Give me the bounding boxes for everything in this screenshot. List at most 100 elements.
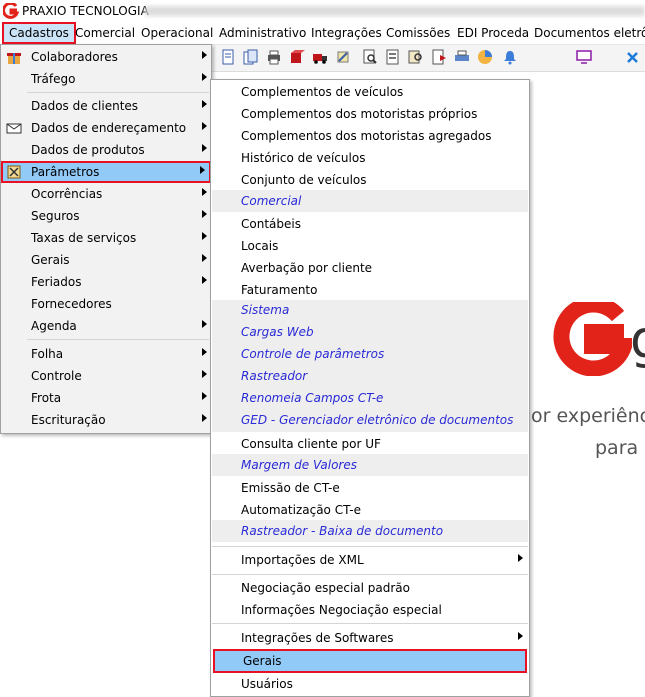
menu-item-label: Controle	[31, 369, 82, 383]
submenu-item-integracoes-softwares[interactable]: Integrações de Softwares	[211, 627, 529, 649]
parametros-submenu: Complementos de veículos Complementos do…	[210, 79, 530, 697]
submenu-item-usuarios[interactable]: Usuários	[211, 673, 529, 695]
menu-integracoes[interactable]: Integrações	[306, 24, 387, 42]
gift-box-icon	[7, 53, 21, 64]
printer-icon[interactable]	[266, 49, 282, 65]
menu-item-label: Integrações de Softwares	[241, 631, 394, 645]
submenu-item-historico-veiculos[interactable]: Histórico de veículos	[211, 147, 529, 169]
menu-cadastros[interactable]: Cadastros	[2, 22, 76, 44]
menu-item-gerais[interactable]: Gerais	[1, 249, 211, 271]
submenu-item-negociacao-especial-padrao[interactable]: Negociação especial padrão	[211, 577, 529, 599]
menu-item-taxas-de-servicos[interactable]: Taxas de serviços	[1, 227, 211, 249]
menu-operacional[interactable]: Operacional	[136, 24, 218, 42]
submenu-item-complementos-veiculos[interactable]: Complementos de veículos	[211, 81, 529, 103]
menu-item-dados-de-enderecamento[interactable]: Dados de endereçamento	[1, 117, 211, 139]
section-header-rastreador-baixa[interactable]: Rastreador - Baixa de documento	[212, 520, 528, 542]
menu-item-escrituracao[interactable]: Escrituração	[1, 409, 211, 431]
submenu-item-importacoes-xml[interactable]: Importações de XML	[211, 549, 529, 571]
background-text-2: para	[595, 437, 639, 459]
red-box-icon[interactable]	[289, 49, 305, 65]
submenu-arrow-icon	[202, 51, 207, 59]
menu-item-fornecedores[interactable]: Fornecedores	[1, 293, 211, 315]
bell-icon[interactable]	[502, 49, 518, 65]
menu-item-dados-de-produtos[interactable]: Dados de produtos	[1, 139, 211, 161]
submenu-arrow-icon	[202, 370, 207, 378]
menu-item-feriados[interactable]: Feriados	[1, 271, 211, 293]
menu-item-label: Locais	[241, 239, 279, 253]
menu-item-label: Gerais	[243, 654, 282, 668]
export-icon[interactable]	[431, 49, 447, 65]
menu-documentos-eletronicos[interactable]: Documentos eletrônic	[529, 24, 645, 42]
menu-item-label: Usuários	[241, 677, 293, 691]
document-icon[interactable]	[220, 49, 236, 65]
submenu-arrow-icon	[202, 414, 207, 422]
menu-item-label: Folha	[31, 347, 64, 361]
menu-item-ocorrencias[interactable]: Ocorrências	[1, 183, 211, 205]
menu-administrativo[interactable]: Administrativo	[214, 24, 311, 42]
cadastros-dropdown: Colaboradores Tráfego Dados de clientes …	[0, 44, 212, 434]
menu-edi-proceda[interactable]: EDI Proceda	[452, 24, 534, 42]
menu-item-dados-de-clientes[interactable]: Dados de clientes	[1, 95, 211, 117]
submenu-item-ged[interactable]: GED - Gerenciador eletrônico de document…	[211, 409, 529, 431]
submenu-item-controle-de-parametros[interactable]: Controle de parâmetros	[211, 343, 529, 365]
menu-item-label: GED - Gerenciador eletrônico de document…	[241, 413, 514, 427]
page-setup-icon[interactable]	[385, 49, 401, 65]
find-icon[interactable]	[408, 49, 424, 65]
menu-item-label: Dados de produtos	[31, 143, 145, 157]
submenu-item-renomeia-campos-cte[interactable]: Renomeia Campos CT-e	[211, 387, 529, 409]
submenu-item-sistema[interactable]: Sistema	[211, 299, 529, 321]
menu-item-label: Escrituração	[31, 413, 106, 427]
submenu-item-complementos-motoristas-agregados[interactable]: Complementos dos motoristas agregados	[211, 125, 529, 147]
menu-item-label: Controle de parâmetros	[241, 347, 385, 361]
section-label: Rastreador - Baixa de documento	[241, 524, 444, 538]
chart-icon[interactable]	[477, 49, 493, 65]
submenu-item-faturamento[interactable]: Faturamento	[211, 279, 529, 301]
menu-separator	[212, 546, 528, 547]
menu-item-label: Fornecedores	[31, 297, 112, 311]
menu-separator	[212, 574, 528, 575]
submenu-item-conjunto-veiculos[interactable]: Conjunto de veículos	[211, 169, 529, 191]
submenu-arrow-icon	[202, 210, 207, 218]
menu-comissoes[interactable]: Comissões	[381, 24, 455, 42]
submenu-item-contabeis[interactable]: Contábeis	[211, 213, 529, 235]
submenu-item-locais[interactable]: Locais	[211, 235, 529, 257]
menu-item-parametros[interactable]: Parâmetros	[1, 161, 211, 183]
menu-item-agenda[interactable]: Agenda	[1, 315, 211, 337]
menu-item-trafego[interactable]: Tráfego	[1, 68, 211, 90]
menu-item-label: Parâmetros	[31, 165, 100, 179]
truck-icon[interactable]	[312, 49, 328, 65]
submenu-item-complementos-motoristas-proprios[interactable]: Complementos dos motoristas próprios	[211, 103, 529, 125]
menu-item-label: Contábeis	[241, 217, 301, 231]
submenu-arrow-icon	[202, 320, 207, 328]
print-icon[interactable]	[454, 49, 470, 65]
submenu-item-emissao-cte[interactable]: Emissão de CT-e	[211, 477, 529, 499]
menu-bar: Cadastros Comercial Operacional Administ…	[0, 22, 645, 45]
submenu-item-automatizacao-cte[interactable]: Automatização CT-e	[211, 499, 529, 521]
submenu-item-rastreador[interactable]: Rastreador	[211, 365, 529, 387]
submenu-item-cargas-web[interactable]: Cargas Web	[211, 321, 529, 343]
menu-item-label: Frota	[31, 391, 62, 405]
section-header-margem-de-valores[interactable]: Margem de Valores	[212, 454, 528, 476]
submenu-arrow-icon	[202, 188, 207, 196]
menu-item-frota[interactable]: Frota	[1, 387, 211, 409]
monitor-icon[interactable]	[576, 49, 592, 65]
submenu-arrow-icon	[202, 73, 207, 81]
wrench-icon[interactable]	[625, 49, 641, 65]
menu-item-label: Complementos dos motoristas próprios	[241, 107, 478, 121]
window-title: PRAXIO TECNOLOGIA	[22, 4, 149, 18]
preview-icon[interactable]	[362, 49, 378, 65]
submenu-item-averbacao-por-cliente[interactable]: Averbação por cliente	[211, 257, 529, 279]
documents-icon[interactable]	[243, 49, 259, 65]
submenu-item-informacoes-negociacao-especial[interactable]: Informações Negociação especial	[211, 599, 529, 621]
menu-item-label: Renomeia Campos CT-e	[241, 391, 384, 405]
tools-icon[interactable]	[335, 49, 351, 65]
menu-item-controle[interactable]: Controle	[1, 365, 211, 387]
menu-item-seguros[interactable]: Seguros	[1, 205, 211, 227]
submenu-arrow-icon	[202, 144, 207, 152]
menu-item-label: Dados de endereçamento	[31, 121, 187, 135]
submenu-item-consulta-cliente-uf[interactable]: Consulta cliente por UF	[211, 433, 529, 455]
menu-comercial[interactable]: Comercial	[70, 24, 140, 42]
menu-item-folha[interactable]: Folha	[1, 343, 211, 365]
submenu-item-gerais[interactable]: Gerais	[213, 649, 527, 673]
menu-item-colaboradores[interactable]: Colaboradores	[1, 46, 211, 68]
